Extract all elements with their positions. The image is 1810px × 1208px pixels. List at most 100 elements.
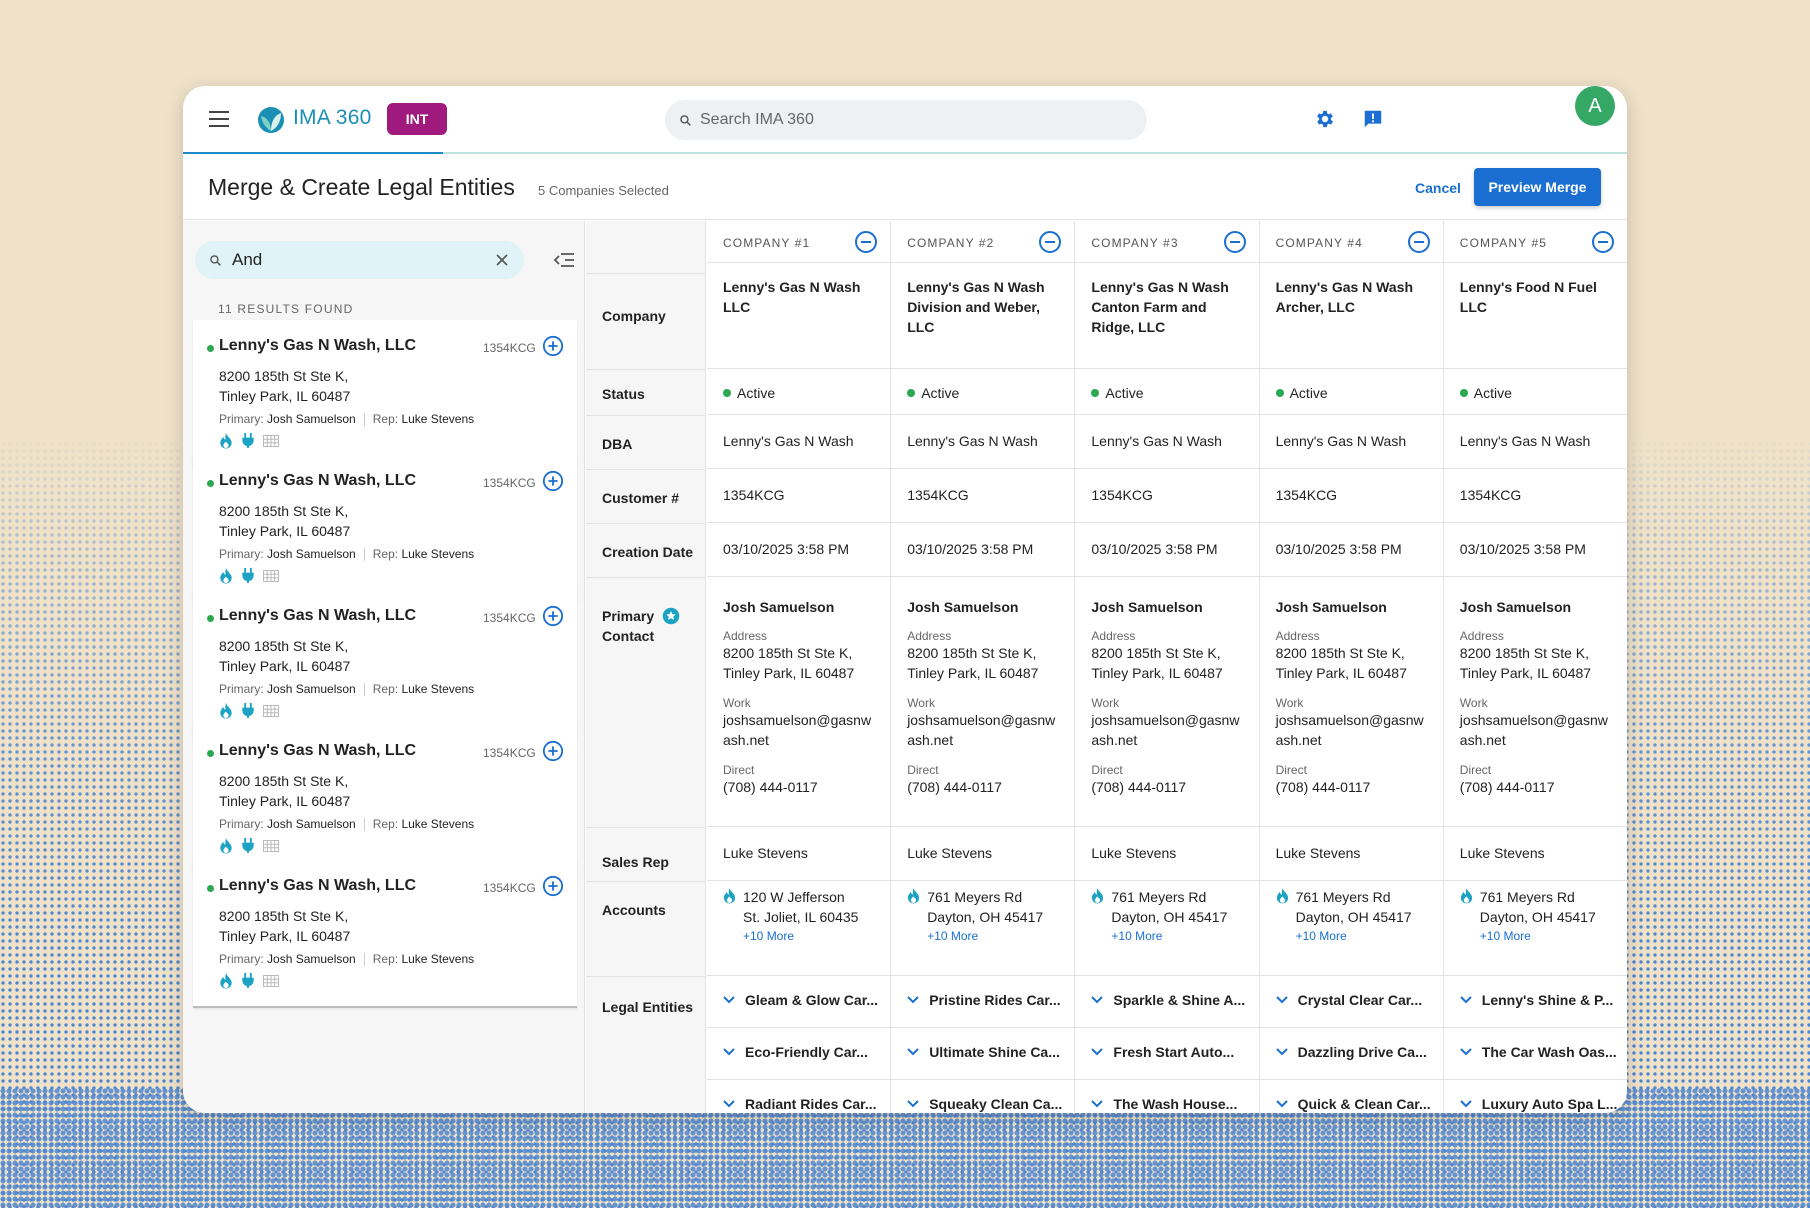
legal-entity-dropdown[interactable]: Pristine Rides Car... [907, 992, 1064, 1008]
settings-button[interactable] [1311, 105, 1339, 133]
accounts-cell: 761 Meyers Rd Dayton, OH 45417 +10 More [1075, 881, 1260, 976]
comparison-grid: Company Status DBA Customer # Creation D… [586, 221, 1627, 1113]
contact-email-line-2: ash.net [907, 732, 954, 748]
legal-entity-dropdown[interactable]: Sparkle & Shine A... [1091, 992, 1248, 1008]
keypad-icon [263, 704, 279, 717]
gas-flame-icon [908, 888, 920, 904]
primary-label: Primary: [219, 952, 264, 966]
hamburger-menu-icon[interactable] [209, 111, 229, 127]
contact-name: Josh Samuelson [1459, 599, 1572, 615]
result-company-name[interactable]: Lenny's Gas N Wash, LLC [219, 607, 416, 625]
result-card[interactable]: Lenny's Gas N Wash, LLC 1354KCG 8200 185th… [193, 320, 577, 468]
legal-entity-dropdown[interactable]: Crystal Clear Car... [1275, 992, 1433, 1008]
primary-contact-name: Josh Samuelson [267, 412, 356, 426]
result-card[interactable]: Lenny's Gas N Wash, LLC 1354KCG 8200 185th… [193, 860, 577, 1008]
legal-entity-dropdown[interactable]: Radiant Rides Car... [723, 1096, 880, 1112]
primary-label: Primary: [219, 817, 264, 831]
chevron-down-icon [723, 1048, 735, 1056]
result-card[interactable]: Lenny's Gas N Wash, LLC 1354KCG 8200 185th… [193, 590, 577, 738]
row-label-legal-entities: Legal Entities [586, 976, 706, 1113]
account-address-line-1: 761 Meyers Rd [1479, 889, 1575, 905]
global-search-input[interactable] [700, 111, 1120, 129]
user-avatar[interactable]: A [1575, 86, 1615, 126]
result-card[interactable]: Lenny's Gas N Wash, LLC 1354KCG 8200 185th… [193, 725, 577, 873]
preview-merge-button[interactable]: Preview Merge [1474, 168, 1601, 206]
company-filter[interactable] [195, 241, 524, 279]
cancel-button[interactable]: Cancel [1405, 170, 1471, 206]
legal-entity-cell: Quick & Clean Car... [1260, 1080, 1444, 1113]
legal-entity-dropdown[interactable]: Fresh Start Auto... [1091, 1044, 1248, 1060]
add-circle-icon[interactable] [542, 875, 564, 897]
legal-entity-dropdown[interactable]: Ultimate Shine Ca... [907, 1044, 1064, 1060]
remove-circle-icon[interactable] [1591, 230, 1615, 254]
feedback-button[interactable] [1359, 105, 1387, 133]
rep-label: Rep: [372, 547, 399, 561]
service-icons [219, 837, 279, 854]
legal-entity-dropdown[interactable]: Dazzling Drive Ca... [1275, 1044, 1433, 1060]
chevron-down-icon [907, 996, 919, 1004]
remove-circle-icon[interactable] [1407, 230, 1431, 254]
brand-name[interactable]: IMA 360 [293, 106, 371, 130]
chevron-down-icon [1275, 1100, 1288, 1108]
address-line-2: Tinley Park, IL 60487 [219, 928, 351, 944]
company-name-line-1: Lenny's Gas N Wash [1275, 279, 1413, 295]
legal-entity-dropdown[interactable]: Lenny's Shine & P... [1460, 992, 1617, 1008]
row-label-status: Status [586, 369, 706, 415]
legal-entity-cell: Crystal Clear Car... [1259, 976, 1444, 1028]
row-label-customer: Customer # [586, 469, 706, 523]
selected-count: 5 Companies Selected [538, 183, 669, 198]
electric-plug-icon [242, 837, 254, 854]
remove-circle-icon[interactable] [1223, 230, 1247, 254]
result-company-name[interactable]: Lenny's Gas N Wash, LLC [219, 742, 416, 760]
add-circle-icon[interactable] [542, 740, 564, 762]
more-accounts-link[interactable]: +10 More [743, 927, 890, 945]
legal-entity-dropdown[interactable]: Luxury Auto Spa L... [1460, 1096, 1617, 1112]
more-accounts-link[interactable]: +10 More [1480, 927, 1627, 945]
result-company-name[interactable]: Lenny's Gas N Wash, LLC [219, 337, 416, 355]
result-company-name[interactable]: Lenny's Gas N Wash, LLC [219, 472, 416, 490]
address-line-1: 8200 185th St Ste K, [219, 368, 349, 384]
contact-address-line-1: 8200 185th St Ste K, [723, 645, 853, 661]
customer-number-cell: 1354KCG [1443, 469, 1627, 523]
add-circle-icon[interactable] [542, 470, 564, 492]
legal-entity-dropdown[interactable]: The Wash House... [1091, 1096, 1248, 1112]
remove-circle-icon[interactable] [1038, 230, 1062, 254]
collapse-panel-icon[interactable] [553, 251, 575, 269]
direct-label: Direct [1275, 763, 1307, 777]
active-status-dot [207, 480, 214, 487]
legal-entity-dropdown[interactable]: Eco-Friendly Car... [723, 1044, 880, 1060]
address-label: Address [1275, 629, 1320, 643]
add-circle-icon[interactable] [542, 335, 564, 357]
rep-label: Rep: [372, 952, 399, 966]
row-label-primary: Primary [602, 608, 655, 624]
more-accounts-link[interactable]: +10 More [1296, 927, 1443, 945]
search-icon [210, 254, 221, 266]
status-text: Active [1473, 385, 1512, 401]
result-card[interactable]: Lenny's Gas N Wash, LLC 1354KCG 8200 185th… [193, 455, 577, 603]
more-accounts-link[interactable]: +10 More [927, 927, 1074, 945]
more-accounts-link[interactable]: +10 More [1111, 927, 1258, 945]
legal-entity-dropdown[interactable]: Squeaky Clean Ca... [907, 1096, 1064, 1112]
add-circle-icon[interactable] [542, 605, 564, 627]
account-address-line-1: 761 Meyers Rd [1295, 889, 1391, 905]
company-filter-input[interactable] [232, 250, 482, 270]
legal-entity-dropdown[interactable]: Gleam & Glow Car... [723, 992, 880, 1008]
rep-name: Luke Stevens [401, 682, 475, 696]
result-company-name[interactable]: Lenny's Gas N Wash, LLC [219, 877, 416, 895]
remove-circle-icon[interactable] [854, 230, 878, 254]
ima-logo-icon [258, 107, 284, 133]
global-search[interactable] [665, 100, 1147, 140]
primary-contact-cell: Josh Samuelson Address 8200 185th St Ste K… [891, 577, 1076, 827]
customer-number-text: 1354KCG [1091, 487, 1153, 503]
service-icons [219, 702, 279, 719]
row-label-company: Company [586, 273, 706, 368]
contact-name: Josh Samuelson [1275, 599, 1387, 615]
clear-icon[interactable] [492, 250, 512, 270]
legal-entity-dropdown[interactable]: Quick & Clean Car... [1275, 1096, 1433, 1112]
company-name-line-3: LLC [907, 319, 935, 335]
work-label: Work [907, 696, 935, 710]
legal-entity-cell: Ultimate Shine Ca... [891, 1028, 1076, 1080]
creation-date-cell: 03/10/2025 3:58 PM [891, 523, 1076, 577]
legal-entity-dropdown[interactable]: The Car Wash Oas... [1460, 1044, 1617, 1060]
primary-contact-cell: Josh Samuelson Address 8200 185th St Ste K… [707, 577, 892, 827]
